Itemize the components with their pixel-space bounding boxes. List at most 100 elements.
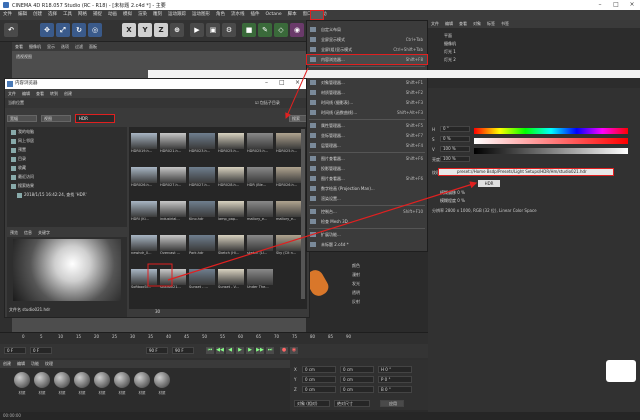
thumbnail[interactable]: studio021... [160, 269, 186, 291]
attribute-value-field[interactable]: 100 % [440, 156, 470, 162]
browser-menu-item[interactable]: 编辑 [19, 89, 33, 98]
minimize-button[interactable]: – [592, 0, 608, 10]
thumbnail[interactable]: HDR027.h... [189, 167, 215, 189]
view-select[interactable]: 视图 [41, 115, 71, 122]
end-frame-field[interactable]: 90 F [146, 347, 168, 354]
coord-size-field[interactable]: 0 cm [340, 386, 374, 393]
close-button[interactable]: × [624, 0, 640, 10]
x-axis-button[interactable]: X [122, 23, 136, 37]
object-row[interactable]: 平面 [444, 32, 452, 39]
object-row[interactable]: 摄像机 [444, 40, 456, 47]
thumbnail[interactable]: HDRI (Ki... [131, 201, 157, 223]
thumbnail[interactable]: HDR (Ble... [247, 167, 273, 189]
menu-item[interactable]: 动画 [105, 10, 120, 20]
window-menu-item[interactable]: 材质管理器... Shift+F2 [307, 88, 427, 97]
object-row[interactable]: 灯光 1 [444, 48, 456, 55]
pen-icon[interactable]: ✎ [258, 23, 272, 37]
thumbnail[interactable]: lamp_pap... [218, 201, 244, 223]
window-menu-item[interactable]: 时间线 (函数曲线)... Shift+Alt+F3 [307, 108, 427, 117]
menu-item[interactable]: 捕捉 [90, 10, 105, 20]
window-menu-item[interactable]: 扩展功能... [307, 230, 427, 239]
thumbnail[interactable]: Under The... [247, 269, 273, 291]
viewport-menu-item[interactable]: 摄像机 [26, 42, 44, 51]
window-menu-item[interactable]: 图片查看器... Shift+F6 [307, 174, 427, 183]
y-axis-button[interactable]: Y [138, 23, 152, 37]
window-menu-item[interactable]: 未标题 2.c4d * [307, 240, 427, 249]
thumbnail[interactable]: HDR021.h... [160, 133, 186, 155]
thumbnail[interactable]: HDR025.h... [276, 133, 302, 155]
browser-menu-item[interactable]: 转到 [47, 89, 61, 98]
render-picture-viewer-icon[interactable]: ▣ [206, 23, 220, 37]
window-menu-item[interactable]: 全屏(组)显示模式 Ctrl+Shift+Tab [307, 45, 427, 54]
preview-tab[interactable]: 预览 [7, 229, 21, 237]
menu-item[interactable]: 雕刻 [150, 10, 165, 20]
render-view-icon[interactable]: ▶ [190, 23, 204, 37]
move-tool-icon[interactable]: ✥ [40, 23, 54, 37]
material-swatch[interactable] [154, 372, 170, 388]
apply-button[interactable]: 应用 [380, 400, 404, 407]
window-menu-item[interactable]: 数字绘画 (Projection Man)... [307, 184, 427, 193]
viewport-menu-item[interactable]: 显示 [44, 42, 58, 51]
tree-item[interactable]: 最近访问 [7, 172, 127, 181]
rotate-tool-icon[interactable]: ↻ [72, 23, 86, 37]
menu-item[interactable]: 运动跟踪 [165, 10, 189, 20]
material-channel-option[interactable]: 颜色 [352, 262, 360, 269]
go-start-icon[interactable]: ⏮ [206, 347, 214, 354]
tree-item[interactable]: 预置 [7, 145, 127, 154]
menu-item[interactable]: 网格 [75, 10, 90, 20]
thumbnail[interactable]: Sky (Cit n... [276, 235, 302, 257]
value-gradient[interactable] [474, 148, 628, 154]
object-manager-tab[interactable]: 对象 [470, 20, 484, 28]
hue-gradient[interactable] [474, 128, 628, 134]
window-menu-item[interactable]: 渲染设置... [307, 194, 427, 203]
coord-size-field[interactable]: 0 cm [340, 366, 374, 373]
material-swatch[interactable] [134, 372, 150, 388]
tree-item[interactable]: 网上邻居 [7, 136, 127, 145]
thumbnail[interactable]: Overcast ... [160, 235, 186, 257]
current-frame-field[interactable]: 0 F [30, 347, 52, 354]
browser-menu-item[interactable]: 创建 [61, 89, 75, 98]
thumbnail[interactable]: sketch (Li... [247, 235, 273, 257]
browser-maximize-button[interactable]: □ [279, 79, 285, 86]
coord-rotation-field[interactable]: P 0 ° [378, 376, 412, 383]
coord-rotation-field[interactable]: H 0 ° [378, 366, 412, 373]
prev-key-icon[interactable]: ◀◀ [216, 347, 224, 354]
menu-item[interactable]: 模拟 [120, 10, 135, 20]
material-swatch[interactable] [74, 372, 90, 388]
menu-item[interactable]: 渲染 [135, 10, 150, 20]
start-frame-field[interactable]: 0 F [4, 347, 26, 354]
material-menu-item[interactable]: 功能 [28, 360, 42, 368]
thumbnail[interactable]: SoftboxSt... [131, 269, 157, 291]
thumbnail[interactable]: Park.hdr [189, 235, 215, 257]
window-menu-item[interactable]: 层管理器... Shift+F4 [307, 141, 427, 150]
cube-icon[interactable]: ■ [242, 23, 256, 37]
attribute-value-field[interactable]: 100 % [440, 146, 470, 152]
thumbnail[interactable]: HDR025.h... [218, 133, 244, 155]
thumbnail[interactable]: newhdr_0... [131, 235, 157, 257]
menu-item[interactable]: Octane [263, 10, 285, 20]
object-manager-tab[interactable]: 查看 [456, 20, 470, 28]
material-swatch[interactable] [14, 372, 30, 388]
thumbnail[interactable]: Kino.hdr [189, 201, 215, 223]
material-swatch[interactable] [34, 372, 50, 388]
material-menu-item[interactable]: 纹理 [42, 360, 56, 368]
menu-item[interactable]: 文件 [0, 10, 15, 20]
menu-item[interactable]: 创建 [30, 10, 45, 20]
thumbnail[interactable]: HDR028.h... [218, 167, 244, 189]
menu-item[interactable]: 角色 [213, 10, 228, 20]
subdivision-icon[interactable]: ◇ [274, 23, 288, 37]
material-channel-option[interactable]: 发光 [352, 280, 360, 287]
window-menu-item[interactable]: 控制台... Shift+F10 [307, 207, 427, 216]
object-manager-tab[interactable]: 标签 [484, 20, 498, 28]
prev-frame-icon[interactable]: ◀ [226, 347, 234, 354]
tree-item[interactable]: 我的电脑 [7, 127, 127, 136]
window-menu-item[interactable]: 自定义布局 [307, 25, 427, 34]
next-frame-icon[interactable]: ▶ [246, 347, 254, 354]
thumbnail[interactable]: Sunset - ... [189, 269, 215, 291]
search-button[interactable]: 搜索 [289, 115, 307, 122]
deformer-icon[interactable]: ◉ [290, 23, 304, 37]
object-row[interactable]: 灯光 2 [444, 56, 456, 63]
tree-item[interactable]: 搜索结果 [7, 181, 127, 190]
coord-position-field[interactable]: 0 cm [302, 376, 336, 383]
menu-item[interactable]: 脚本 [285, 10, 300, 20]
